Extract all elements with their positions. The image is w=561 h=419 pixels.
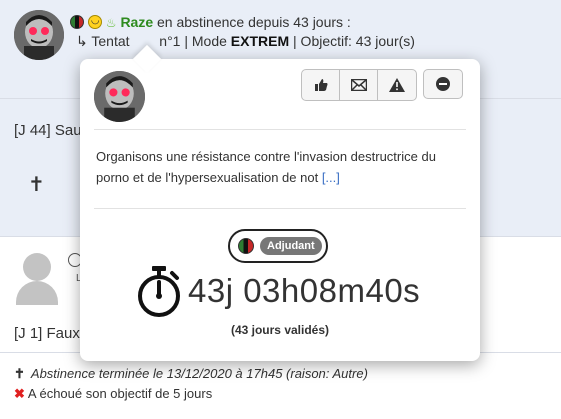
rank-icon	[70, 15, 84, 29]
divider	[94, 208, 466, 209]
divider	[94, 129, 466, 130]
smiley-icon	[87, 15, 102, 29]
day-entry: [J 1] Faux	[14, 325, 80, 342]
rank-icon	[238, 238, 254, 254]
default-avatar[interactable]	[16, 251, 58, 305]
popover-avatar[interactable]	[94, 71, 145, 122]
block-icon	[436, 77, 450, 91]
mode-label: EXTREM	[230, 33, 290, 49]
read-more-link[interactable]: [...]	[322, 170, 340, 185]
validated-days: (43 jours validés)	[230, 323, 330, 337]
end-text: Abstinence terminée le 13/12/2020 à 17h4…	[30, 366, 368, 381]
report-button[interactable]	[378, 70, 416, 100]
post-header: ♨ Raze en abstinence depuis 43 jours :	[70, 14, 351, 30]
rank-label: Adjudant	[260, 237, 322, 255]
flame-icon: ♨	[105, 16, 117, 30]
message-button[interactable]	[340, 70, 378, 100]
user-bio: Organisons une résistance contre l'invas…	[96, 146, 466, 188]
action-buttons	[301, 69, 417, 101]
warning-icon	[389, 78, 405, 92]
envelope-icon	[350, 79, 367, 91]
rank-badge: Adjudant	[228, 229, 328, 263]
status-text: en abstinence depuis 43 jours :	[157, 14, 351, 30]
cross-icon: ✝	[14, 366, 25, 381]
stopwatch-icon	[138, 266, 180, 317]
attempt-number: n°1 | Mode	[159, 33, 227, 49]
abstinence-timer: 43j 03h08m40s	[134, 265, 420, 317]
objective-text: | Objectif: 43 jour(s)	[293, 33, 415, 49]
block-button[interactable]	[423, 69, 463, 99]
bio-text: Organisons une résistance contre l'invas…	[96, 149, 436, 185]
abstinence-end-line: ✝ Abstinence terminée le 13/12/2020 à 17h…	[14, 366, 368, 382]
like-icon	[314, 79, 327, 91]
user-popover: Organisons une résistance contre l'invas…	[80, 44, 480, 361]
fail-text: A échoué son objectif de 5 jours	[27, 386, 213, 401]
cross-icon: ✝	[28, 174, 45, 196]
username-link[interactable]: Raze	[120, 14, 153, 30]
timer-value: 43j 03h08m40s	[188, 272, 421, 309]
day-entry: [J 44] Sau	[14, 122, 82, 139]
user-avatar[interactable]	[14, 10, 64, 60]
attempt-line: ↳ Tentat n°1 | Mode EXTREM | Objectif: 4…	[76, 33, 415, 50]
attempt-prefix: ↳ Tentat	[76, 33, 130, 49]
fail-icon: ✖	[14, 386, 25, 401]
like-button[interactable]	[302, 70, 340, 100]
fail-line: ✖ A échoué son objectif de 5 jours	[14, 386, 212, 402]
